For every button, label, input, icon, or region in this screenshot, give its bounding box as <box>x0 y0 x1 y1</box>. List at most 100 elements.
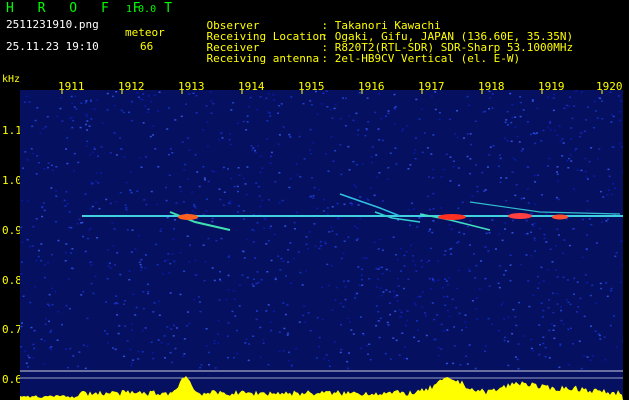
noise-speck <box>365 128 368 130</box>
noise-speck <box>471 300 474 302</box>
noise-speck <box>541 316 544 318</box>
noise-speck <box>449 180 452 182</box>
noise-speck <box>167 343 170 345</box>
noise-speck <box>426 147 429 149</box>
noise-speck <box>125 181 128 184</box>
noise-speck <box>548 299 551 301</box>
noise-speck <box>387 167 390 169</box>
noise-speck <box>288 351 291 354</box>
noise-speck <box>165 199 168 202</box>
noise-speck <box>325 354 328 356</box>
noise-speck <box>38 249 40 252</box>
noise-speck <box>569 303 572 306</box>
noise-speck <box>295 163 298 165</box>
noise-speck <box>414 148 417 151</box>
noise-speck <box>56 339 59 341</box>
noise-speck <box>433 280 436 283</box>
noise-speck <box>427 195 430 198</box>
noise-speck <box>414 304 417 306</box>
noise-speck <box>533 222 536 225</box>
noise-speck <box>407 278 410 281</box>
noise-speck <box>483 190 486 192</box>
noise-speck <box>599 190 602 193</box>
noise-speck <box>312 195 315 197</box>
noise-speck <box>24 350 27 352</box>
noise-speck <box>511 171 514 173</box>
noise-speck <box>186 178 189 180</box>
mode-label: meteor <box>125 26 165 39</box>
noise-speck <box>94 275 97 278</box>
noise-speck <box>98 207 101 210</box>
noise-speck <box>130 119 133 122</box>
noise-speck <box>77 161 80 164</box>
noise-speck <box>140 258 143 261</box>
noise-speck <box>612 146 615 148</box>
noise-speck <box>619 281 622 283</box>
noise-speck <box>590 325 592 327</box>
noise-speck <box>530 255 533 257</box>
noise-speck <box>239 284 241 286</box>
noise-speck <box>491 107 494 109</box>
noise-speck <box>119 147 122 150</box>
noise-speck <box>113 228 116 230</box>
noise-speck <box>116 314 119 316</box>
noise-speck <box>274 278 277 281</box>
noise-speck <box>432 192 435 195</box>
noise-speck <box>69 347 72 350</box>
noise-speck <box>255 182 258 184</box>
noise-speck <box>130 191 133 194</box>
noise-speck <box>218 278 221 281</box>
noise-speck <box>606 193 609 196</box>
noise-speck <box>452 362 455 365</box>
noise-speck <box>326 207 329 209</box>
noise-speck <box>309 196 312 198</box>
noise-speck <box>393 296 396 298</box>
noise-speck <box>549 248 552 250</box>
noise-speck <box>172 238 175 240</box>
noise-speck <box>351 204 353 207</box>
noise-speck <box>218 299 221 301</box>
noise-speck <box>375 268 378 270</box>
noise-speck <box>458 312 461 315</box>
noise-speck <box>307 312 310 314</box>
noise-speck <box>75 108 78 110</box>
noise-speck <box>234 315 237 317</box>
noise-speck <box>401 130 404 132</box>
noise-speck <box>575 148 578 150</box>
noise-speck <box>403 254 406 257</box>
noise-speck <box>238 305 241 307</box>
noise-speck <box>583 130 586 132</box>
noise-speck <box>601 100 603 102</box>
noise-speck <box>511 333 514 335</box>
noise-speck <box>290 96 293 98</box>
noise-speck <box>352 333 355 335</box>
noise-speck <box>269 162 272 164</box>
noise-speck <box>236 211 239 213</box>
noise-speck <box>86 140 89 143</box>
noise-speck <box>277 255 280 257</box>
noise-speck <box>132 293 135 296</box>
noise-speck <box>552 97 555 99</box>
noise-speck <box>302 314 305 317</box>
noise-speck <box>330 226 333 228</box>
noise-speck <box>86 145 88 147</box>
noise-speck <box>199 310 202 313</box>
noise-speck <box>268 227 271 230</box>
noise-speck <box>553 325 556 327</box>
noise-speck <box>86 345 89 347</box>
noise-speck <box>412 255 415 257</box>
noise-speck <box>437 354 440 357</box>
noise-speck <box>318 345 320 348</box>
noise-speck <box>115 295 118 297</box>
noise-speck <box>552 292 554 295</box>
noise-speck <box>429 228 431 231</box>
noise-speck <box>344 97 347 99</box>
noise-speck <box>534 203 537 205</box>
noise-speck <box>266 120 269 122</box>
noise-speck <box>278 105 281 107</box>
noise-speck <box>420 259 423 262</box>
noise-speck <box>400 315 403 318</box>
noise-speck <box>78 351 81 353</box>
noise-speck <box>89 154 92 156</box>
noise-speck <box>443 254 446 256</box>
